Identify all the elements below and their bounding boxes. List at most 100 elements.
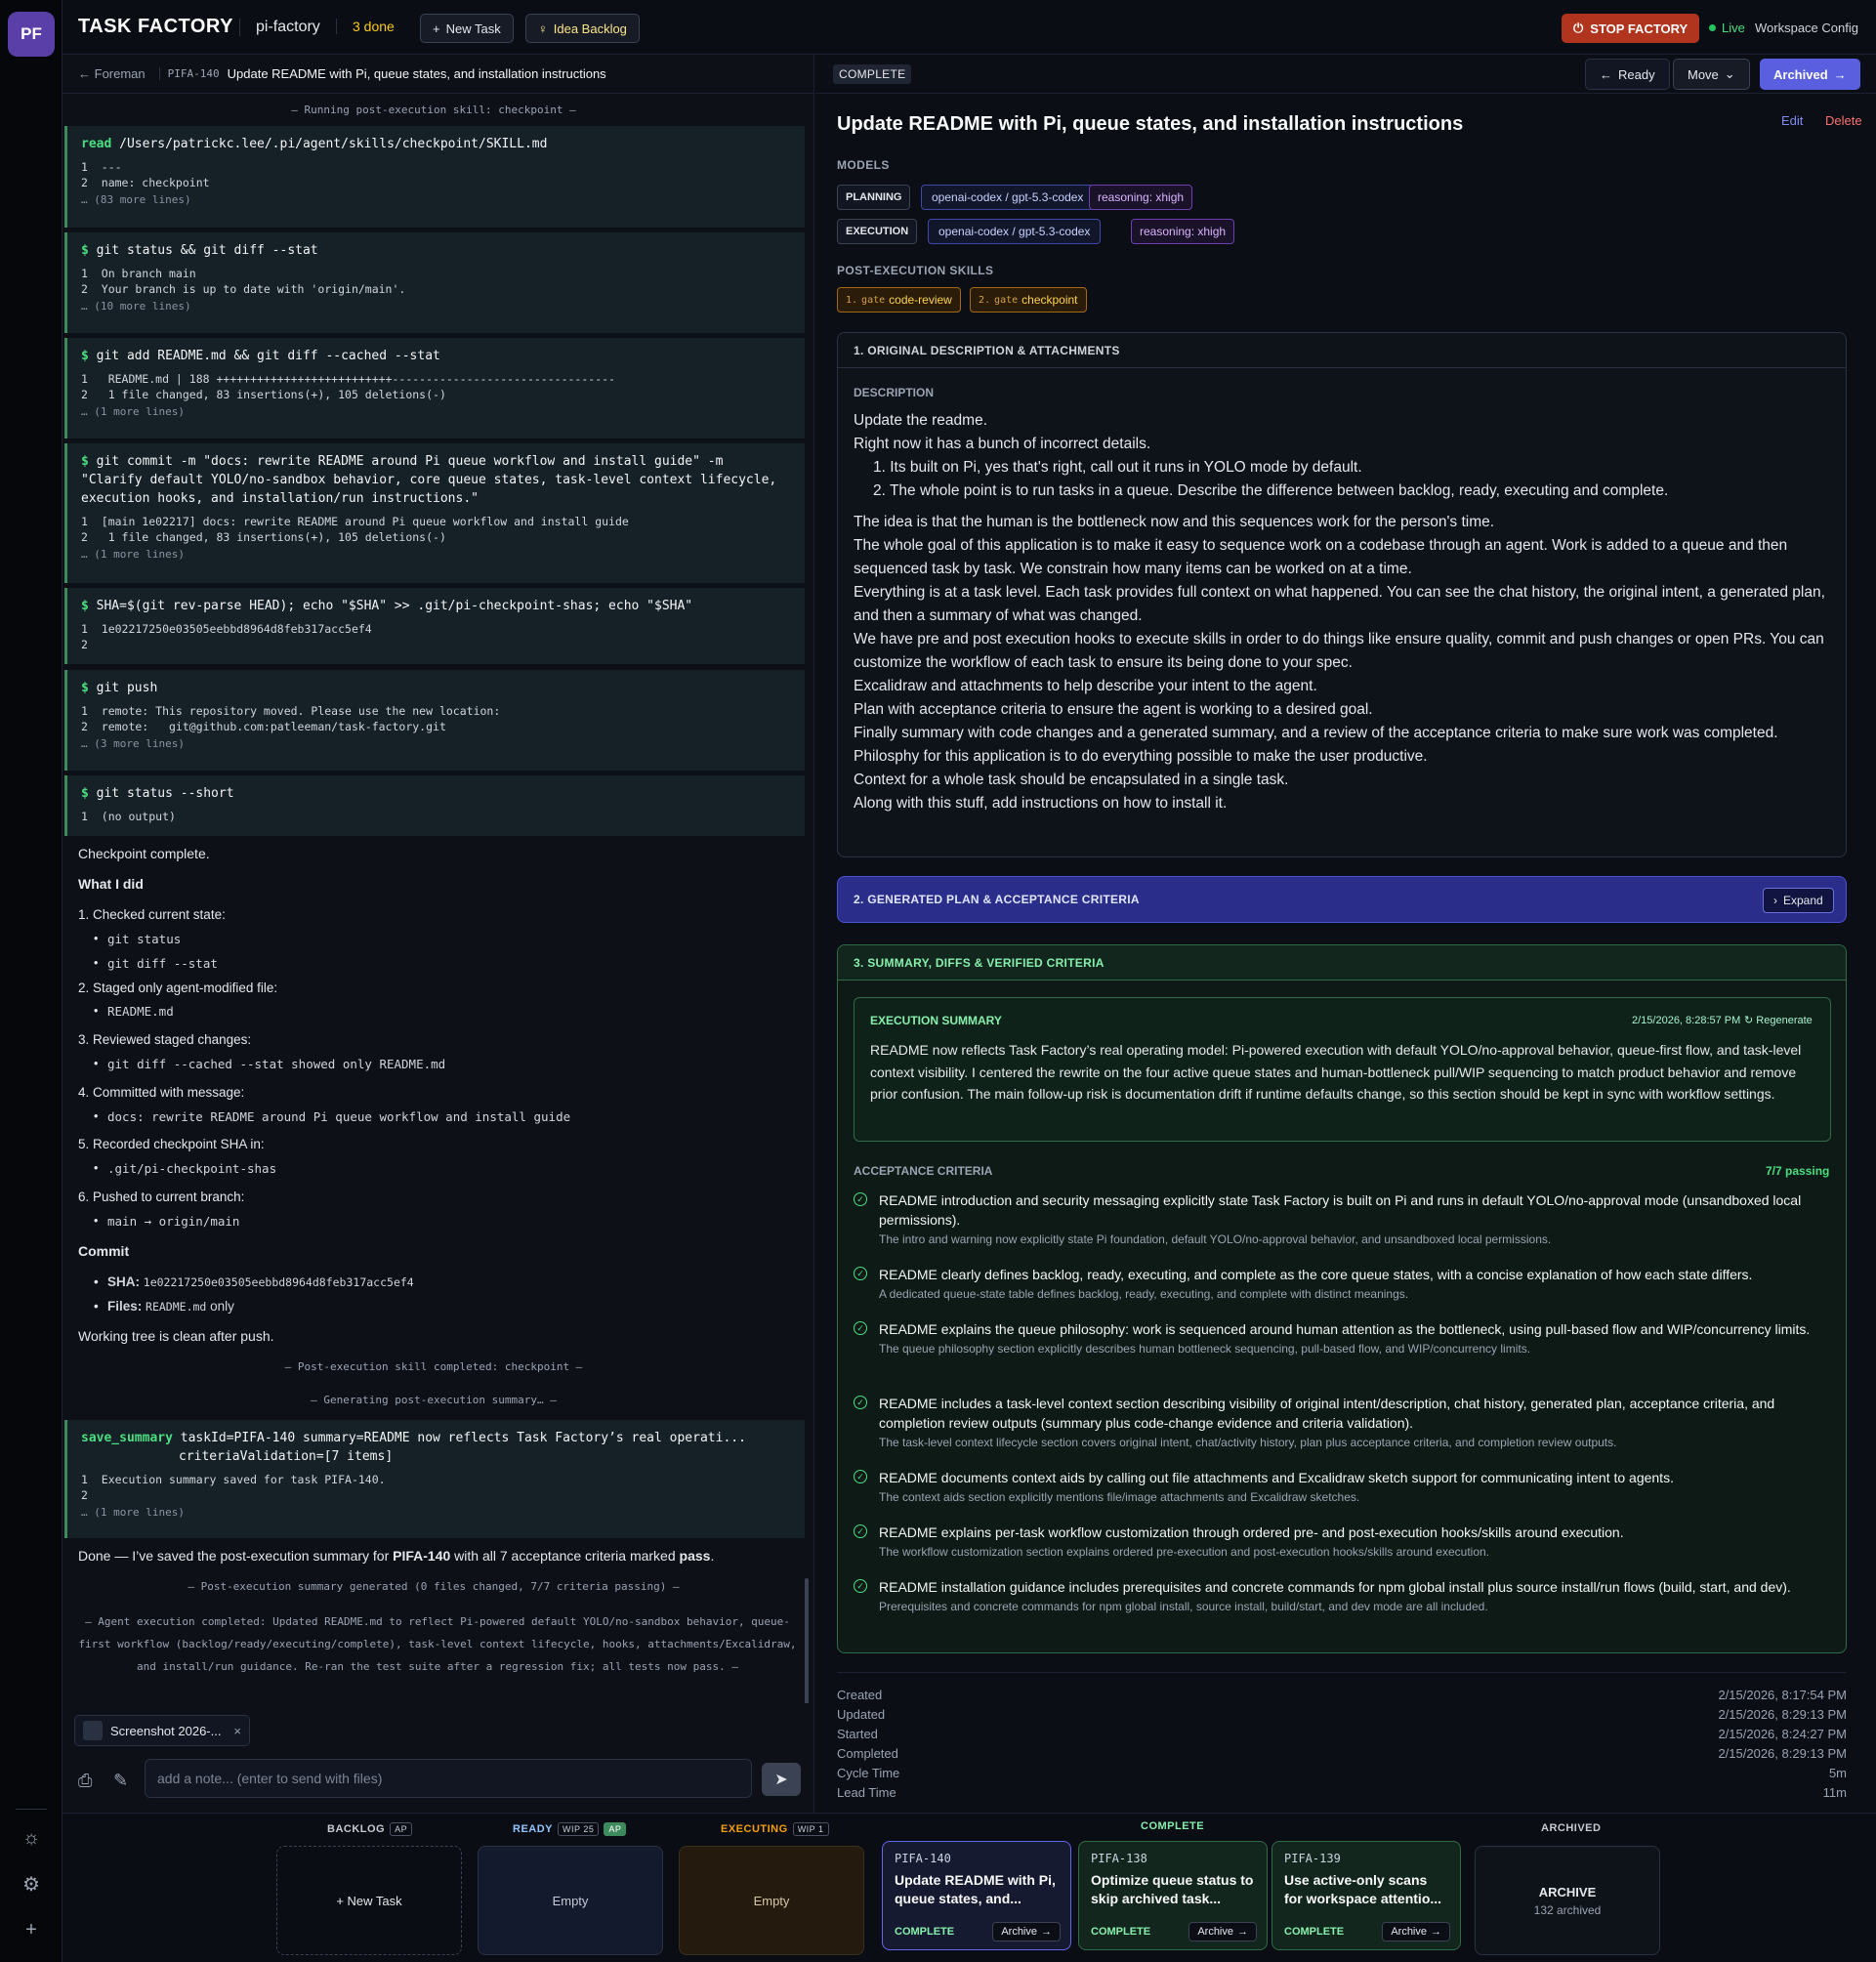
stop-factory-button[interactable]: ⏻ STOP FACTORY (1562, 14, 1700, 43)
more-lines[interactable]: … (1 more lines) (81, 405, 791, 418)
activity-feed[interactable]: — Running post-execution skill: checkpoi… (63, 94, 814, 1703)
workspace-config-link[interactable]: Workspace Config (1755, 21, 1858, 35)
execution-summary-label: EXECUTION SUMMARY (870, 1014, 1002, 1027)
column-label-archived: ARCHIVED (1541, 1822, 1601, 1834)
check-circle-icon: ✓ (854, 1321, 867, 1335)
files-value: README.md (146, 1300, 207, 1314)
criterion-title: README explains the queue philosophy: wo… (879, 1321, 1811, 1337)
new-task-card[interactable]: + New Task (276, 1846, 462, 1955)
generated-plan-section[interactable]: 2. GENERATED PLAN & ACCEPTANCE CRITERIA … (837, 876, 1847, 923)
bullet-item: main → origin/main (94, 1214, 240, 1229)
task-card[interactable]: PIFA-140 Update README with Pi, queue st… (882, 1841, 1071, 1950)
plus-icon[interactable]: + (18, 1916, 45, 1943)
task-card[interactable]: PIFA-139 Use active-only scans for works… (1272, 1841, 1461, 1950)
skill-code-review[interactable]: 1. gate code-review (837, 287, 961, 313)
archive-button[interactable]: Archive → (992, 1922, 1061, 1941)
move-dropdown[interactable]: Move ⌄ (1673, 59, 1750, 90)
tool-output: 1 README.md | 188 ++++++++++++++++++++++… (81, 372, 615, 401)
files-suffix: only (210, 1299, 234, 1314)
more-lines[interactable]: … (1 more lines) (81, 1506, 791, 1519)
tool-command: git add README.md && git diff --cached -… (96, 349, 440, 363)
delete-link[interactable]: Delete (1825, 113, 1862, 128)
tool-prefix: save_summary (81, 1431, 173, 1445)
card-status: COMPLETE (1284, 1926, 1345, 1938)
sun-icon[interactable]: ☼ (18, 1824, 45, 1852)
task-card[interactable]: PIFA-138 Optimize queue status to skip a… (1078, 1841, 1268, 1950)
paperclip-icon[interactable]: ⎙ (78, 1771, 92, 1791)
idea-backlog-button[interactable]: ♀ Idea Backlog (525, 14, 640, 43)
stop-factory-label: STOP FACTORY (1590, 21, 1688, 36)
new-task-button[interactable]: + New Task (420, 14, 514, 43)
section-heading: What I did (78, 876, 144, 892)
expand-button[interactable]: › Expand (1763, 888, 1834, 913)
project-name[interactable]: pi-factory (239, 19, 320, 36)
regenerate-button[interactable]: ↻ Regenerate (1744, 1014, 1813, 1026)
criterion-note: Prerequisites and concrete commands for … (879, 1600, 1488, 1613)
idea-backlog-label: Idea Backlog (553, 21, 627, 36)
bullet-item: git diff --stat (94, 956, 218, 971)
attachment-chip[interactable]: Screenshot 2026-... × (74, 1715, 250, 1746)
meta-value: 2/15/2026, 8:17:54 PM (1718, 1688, 1847, 1702)
tool-prefix: read (81, 137, 112, 151)
ready-label: Ready (1618, 66, 1655, 82)
more-lines[interactable]: … (3 more lines) (81, 737, 791, 750)
chat-pane: ← Foreman PIFA-140 Update README with Pi… (63, 55, 814, 1813)
tool-call: $ git status --short 1 (no output) (64, 775, 805, 836)
arrow-left-icon: ← (1600, 66, 1612, 82)
send-button[interactable]: ➤ (762, 1763, 801, 1796)
more-lines[interactable]: … (1 more lines) (81, 548, 791, 561)
description-list-item: 2. The whole point is to run tasks in a … (873, 482, 1669, 499)
description-line: Context for a whole task should be encap… (854, 772, 1289, 788)
note-input[interactable] (145, 1759, 752, 1798)
back-label: Foreman (94, 66, 146, 81)
archived-button[interactable]: Archived → (1760, 59, 1860, 90)
autopilot-badge[interactable]: AP (604, 1822, 627, 1836)
wip-badge[interactable]: WIP 25 (558, 1822, 600, 1836)
bullet-item: docs: rewrite README around Pi queue wor… (94, 1109, 570, 1124)
composer: ⎙ ✎ ➤ (63, 1759, 814, 1813)
archive-button[interactable]: Archive → (1382, 1922, 1450, 1941)
app-title: TASK FACTORY (78, 16, 233, 37)
chevron-down-icon: ⌄ (1724, 66, 1735, 81)
ready-button[interactable]: ← Ready (1585, 59, 1670, 90)
bullet-item: README.md (94, 1004, 174, 1019)
chat-header: ← Foreman PIFA-140 Update README with Pi… (63, 55, 814, 94)
section-header[interactable]: 1. ORIGINAL DESCRIPTION & ATTACHMENTS (838, 333, 1846, 368)
planning-model[interactable]: openai-codex / gpt-5.3-codex (921, 185, 1095, 210)
tool-call: $ SHA=$(git rev-parse HEAD); echo "$SHA"… (64, 588, 805, 664)
gear-icon[interactable]: ⚙ (18, 1870, 45, 1898)
back-to-foreman-link[interactable]: ← Foreman (78, 66, 146, 81)
description-line: Philosphy for this application is to do … (854, 748, 1428, 765)
tool-call: $ git push 1 remote: This repository mov… (64, 670, 805, 771)
pen-icon[interactable]: ✎ (113, 1771, 128, 1791)
check-circle-icon: ✓ (854, 1470, 867, 1483)
live-indicator: Live (1709, 21, 1745, 35)
regenerate-label: Regenerate (1756, 1015, 1813, 1026)
archive-button[interactable]: Archive → (1188, 1922, 1257, 1941)
close-icon[interactable]: × (233, 1724, 241, 1738)
models-label: MODELS (837, 158, 890, 172)
execution-reasoning[interactable]: reasoning: xhigh (1131, 219, 1235, 244)
sha-value: 1e02217250e03505eebbd8964d8feb317acc5ef4 (143, 1275, 414, 1289)
autopilot-badge[interactable]: AP (390, 1822, 413, 1836)
archive-card[interactable]: ARCHIVE 132 archived (1475, 1846, 1660, 1955)
section-header[interactable]: 3. SUMMARY, DIFFS & VERIFIED CRITERIA (838, 945, 1846, 981)
meta-value: 11m (1822, 1785, 1847, 1800)
more-lines[interactable]: … (83 more lines) (81, 193, 791, 206)
meta-key: Cycle Time (837, 1766, 900, 1780)
card-status: COMPLETE (895, 1926, 955, 1938)
skill-name: code-review (889, 293, 952, 307)
execution-model[interactable]: openai-codex / gpt-5.3-codex (928, 219, 1102, 244)
criteria-pass-count: 7/7 passing (1766, 1164, 1830, 1178)
skill-checkpoint[interactable]: 2. gate checkpoint (970, 287, 1087, 313)
edit-link[interactable]: Edit (1781, 113, 1803, 128)
list-item: 3. Reviewed staged changes: (78, 1032, 252, 1047)
more-lines[interactable]: … (10 more lines) (81, 300, 791, 313)
wip-badge[interactable]: WIP 1 (792, 1822, 829, 1836)
planning-reasoning[interactable]: reasoning: xhigh (1089, 185, 1193, 210)
files-label: Files: (107, 1299, 143, 1314)
planning-tag: PLANNING (837, 185, 911, 210)
avatar[interactable]: PF (8, 12, 55, 57)
column-label-backlog: BACKLOG AP (327, 1822, 413, 1836)
feed-scrollbar[interactable] (805, 1578, 809, 1703)
